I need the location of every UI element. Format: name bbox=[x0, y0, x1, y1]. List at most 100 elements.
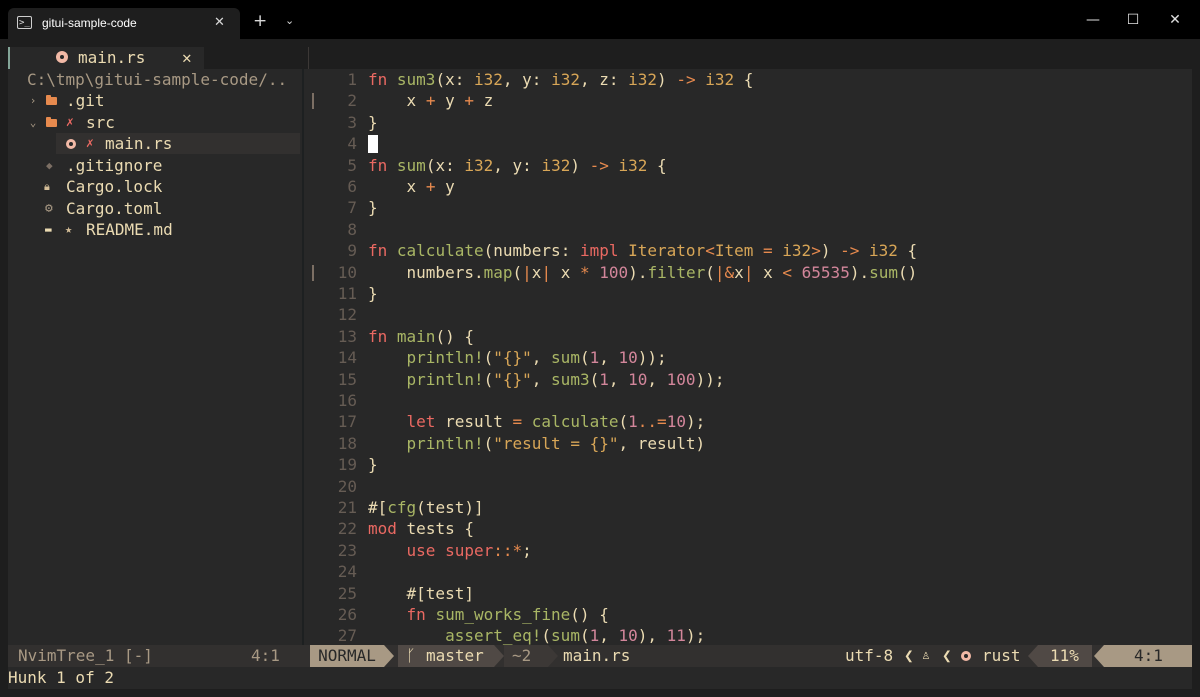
line-number: 12 bbox=[337, 305, 357, 325]
tree-item-cargo-toml[interactable]: ⚙ Cargo.toml bbox=[8, 198, 300, 219]
tree-item-main-rs[interactable]: ✗ main.rs bbox=[56, 133, 300, 154]
scroll-percent: 11% bbox=[1050, 646, 1079, 665]
folder-open-icon bbox=[46, 116, 57, 127]
code-line[interactable]: 23 use super::*; bbox=[304, 540, 1192, 561]
terminal-tab[interactable]: >_ gitui-sample-code ✕ bbox=[8, 8, 240, 39]
folder-icon bbox=[46, 95, 57, 105]
code-line[interactable]: 26 fn sum_works_fine() { bbox=[304, 604, 1192, 625]
code-editor-pane[interactable]: 1 fn sum3(x: i32, y: i32, z: i32) -> i32 … bbox=[304, 69, 1192, 645]
maximize-button[interactable]: ☐ bbox=[1118, 10, 1148, 30]
tab-dropdown-button[interactable]: ⌄ bbox=[285, 12, 294, 30]
code-text: } bbox=[368, 455, 378, 475]
branch-separator-icon bbox=[494, 645, 504, 667]
code-line[interactable]: 10 numbers.map(|x| x * 100).filter(|&x| … bbox=[304, 262, 1192, 283]
code-text: use super::*; bbox=[406, 540, 532, 560]
code-line[interactable]: 4 bbox=[304, 133, 1192, 154]
statusline: NvimTree_1 [-] 4:1 NORMAL ᚴ master ~2 ma… bbox=[8, 645, 1192, 667]
command-line-message: Hunk 1 of 2 bbox=[8, 668, 114, 687]
line-number: 18 bbox=[337, 433, 357, 453]
code-line[interactable]: 7} bbox=[304, 197, 1192, 218]
code-line[interactable]: 17 let result = calculate(1..=10); bbox=[304, 411, 1192, 432]
tree-item-label: .gitignore bbox=[66, 155, 163, 175]
line-number: 23 bbox=[337, 540, 357, 560]
tab-close-icon[interactable]: ✕ bbox=[214, 13, 225, 33]
code-line[interactable]: 18 println!("result = {}", result) bbox=[304, 433, 1192, 454]
code-text: fn calculate(numbers: impl Iterator<Item… bbox=[368, 241, 918, 261]
tree-item-cargo-lock[interactable]: 🔒︎ Cargo.lock bbox=[8, 176, 300, 197]
code-line[interactable]: 14 println!("{}", sum(1, 10)); bbox=[304, 347, 1192, 368]
buffer-tab-label: main.rs bbox=[78, 48, 146, 67]
buffer-close-icon[interactable]: ✕ bbox=[182, 48, 192, 68]
code-line[interactable]: 16 bbox=[304, 390, 1192, 411]
git-change-marker bbox=[312, 93, 314, 110]
tree-cursor-position: 4:1 bbox=[251, 646, 280, 665]
code-line[interactable]: 5 fn sum(x: i32, y: i32) -> i32 { bbox=[304, 155, 1192, 176]
code-line[interactable]: 3} bbox=[304, 112, 1192, 133]
code-line[interactable]: 27 assert_eq!(sum(1, 10), 11); bbox=[304, 625, 1192, 645]
code-text: mod tests { bbox=[368, 519, 474, 539]
code-line[interactable]: 9 fn calculate(numbers: impl Iterator<Ite… bbox=[304, 240, 1192, 261]
git-branch-segment: ᚴ master bbox=[398, 645, 494, 667]
bufferline-separator bbox=[308, 47, 309, 69]
code-line[interactable]: 2 x + y + z bbox=[304, 90, 1192, 111]
code-text: x + y + z bbox=[406, 91, 494, 111]
line-number: 16 bbox=[337, 391, 357, 410]
code-line[interactable]: 11} bbox=[304, 283, 1192, 304]
terminal-tab-title: gitui-sample-code bbox=[42, 16, 137, 30]
code-line[interactable]: 20 bbox=[304, 476, 1192, 497]
code-line[interactable]: 1 fn sum3(x: i32, y: i32, z: i32) -> i32 … bbox=[304, 69, 1192, 90]
line-number: 3 bbox=[347, 112, 357, 132]
code-line[interactable]: 15 println!("{}", sum3(1, 10, 100)); bbox=[304, 369, 1192, 390]
new-tab-button[interactable]: + bbox=[253, 12, 267, 30]
lock-icon: 🔒︎ bbox=[44, 180, 50, 193]
cursor-position-segment: 4:1 bbox=[1104, 645, 1192, 667]
code-line[interactable]: 19} bbox=[304, 454, 1192, 475]
git-branch-name: master bbox=[426, 646, 484, 665]
minimize-button[interactable]: — bbox=[1078, 10, 1108, 30]
percent-separator-icon bbox=[1028, 645, 1038, 667]
tree-buffer-name: NvimTree_1 [-] bbox=[18, 646, 153, 665]
markdown-icon: ▬ bbox=[45, 223, 52, 236]
tree-item-gitignore[interactable]: ◆ .gitignore bbox=[8, 155, 300, 176]
code-text: assert_eq!(sum(1, 10), 11); bbox=[445, 626, 706, 645]
window-close-button[interactable]: ✕ bbox=[1160, 10, 1190, 30]
line-number: 13 bbox=[337, 326, 357, 346]
code-line[interactable]: 8 bbox=[304, 219, 1192, 240]
git-icon: ◆ bbox=[46, 158, 53, 172]
line-number: 22 bbox=[337, 519, 357, 539]
buffer-tab-main-rs[interactable]: main.rs ✕ bbox=[8, 47, 204, 69]
code-text: #[cfg(test)] bbox=[368, 498, 484, 517]
chevron-left-icon: ❮ bbox=[904, 646, 914, 665]
line-number: 17 bbox=[337, 412, 357, 432]
diff-separator-icon bbox=[548, 645, 558, 667]
code-line[interactable]: 25 #[test] bbox=[304, 583, 1192, 604]
line-number: 26 bbox=[337, 605, 357, 624]
code-text: let result = calculate(1..=10); bbox=[406, 412, 706, 432]
code-line[interactable]: 22 mod tests { bbox=[304, 518, 1192, 539]
tree-item-label: main.rs bbox=[105, 134, 173, 153]
code-line[interactable]: 12 bbox=[304, 304, 1192, 325]
code-line[interactable]: 6 x + y bbox=[304, 176, 1192, 197]
code-line[interactable]: 24 bbox=[304, 561, 1192, 582]
code-text: fn main() { bbox=[368, 326, 474, 346]
tree-item-git-folder[interactable]: › .git bbox=[8, 90, 300, 111]
line-number: 11 bbox=[337, 284, 357, 303]
tree-item-label: Cargo.toml bbox=[66, 198, 163, 218]
status-filename: main.rs bbox=[563, 646, 631, 665]
line-number: 14 bbox=[337, 348, 357, 368]
line-number: 6 bbox=[347, 177, 357, 196]
code-line[interactable]: 21 #[cfg(test)] bbox=[304, 497, 1192, 518]
code-text: #[test] bbox=[368, 583, 474, 603]
git-diff-count: ~2 bbox=[512, 646, 532, 665]
tree-item-src-folder[interactable]: ⌄ ✗ src bbox=[8, 112, 300, 133]
scroll-percent-segment: 11% bbox=[1038, 645, 1092, 667]
line-number: 19 bbox=[337, 455, 357, 475]
code-text: fn sum(x: i32, y: i32) -> i32 { bbox=[368, 155, 667, 175]
tree-root-path: C:\tmp\gitui-sample-code/.. bbox=[27, 70, 288, 89]
file-encoding: utf-8 bbox=[845, 646, 894, 665]
tree-item-readme[interactable]: ▬ ★ README.md bbox=[8, 219, 300, 240]
command-line[interactable]: Hunk 1 of 2 bbox=[8, 667, 1192, 689]
code-text: numbers.map(|x| x * 100).filter(|&x| x <… bbox=[406, 262, 918, 282]
code-line[interactable]: 13 fn main() { bbox=[304, 326, 1192, 347]
git-branch-icon: ᚴ bbox=[406, 646, 416, 665]
